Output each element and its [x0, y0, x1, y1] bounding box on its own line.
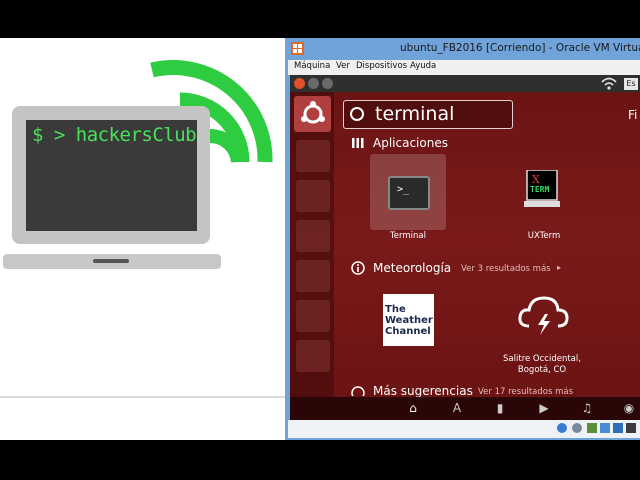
suggestions-more-results-link[interactable]: Ver 17 resultados más — [478, 387, 573, 397]
launcher-document-icon[interactable] — [296, 180, 330, 212]
terminal-prompt-text: $ > hackersClub — [32, 124, 197, 146]
shared-folders-status-icon[interactable] — [600, 423, 610, 433]
category-title-suggestions: Más sugerencias — [373, 384, 473, 397]
optical-drive-status-icon[interactable] — [572, 423, 582, 433]
window-title: ubuntu_FB2016 [Corriendo] - Oracle VM Vi… — [400, 42, 640, 54]
menu-ayuda[interactable]: Ayuda — [410, 61, 436, 71]
music-lens-icon[interactable]: ♫ — [579, 401, 595, 415]
home-lens-icon[interactable]: ⌂ — [405, 401, 421, 415]
ubuntu-logo-icon — [301, 101, 325, 124]
ubuntu-top-panel — [290, 75, 640, 92]
app-label-uxterm: UXTerm — [527, 231, 561, 241]
network-wifi-icon[interactable] — [601, 77, 617, 90]
search-query: terminal — [375, 103, 455, 125]
applications-category-icon — [352, 138, 364, 148]
terminal-icon-prompt: >_ — [397, 184, 410, 195]
files-lens-icon[interactable]: ▮ — [492, 401, 508, 415]
menu-ver[interactable]: Ver — [336, 61, 350, 71]
clear-search-icon[interactable] — [350, 107, 364, 121]
promo-divider — [0, 396, 285, 398]
weather-category-icon — [351, 261, 365, 275]
weather-location-line1: Salitre Occidental, — [503, 354, 581, 364]
weather-location-line2: Bogotá, CO — [517, 365, 567, 375]
category-title-weather: Meteorología — [373, 261, 452, 275]
weather-more-results-link[interactable]: Ver 3 resultados más — [461, 264, 551, 274]
video-lens-icon[interactable]: ▶ — [536, 401, 552, 415]
uxterm-icon-label: TERM — [530, 185, 550, 194]
network-status-icon[interactable] — [613, 423, 623, 433]
launcher-impress-icon[interactable] — [296, 340, 330, 372]
usb-status-icon[interactable] — [587, 423, 597, 433]
suggestions-category-icon — [351, 386, 365, 396]
launcher-writer-icon[interactable] — [296, 260, 330, 292]
app-label-terminal: Terminal — [390, 231, 426, 241]
host-key-icon[interactable] — [626, 423, 636, 433]
maximize-window-icon[interactable] — [322, 78, 333, 89]
menu-maquina[interactable]: Máquina — [294, 61, 330, 71]
weather-channel-logo-text: The Weather Channel — [385, 304, 433, 337]
photos-lens-icon[interactable]: ◉ — [621, 401, 637, 415]
hard-disk-status-icon[interactable] — [557, 423, 567, 433]
keyboard-layout-indicator[interactable]: Es — [624, 78, 638, 90]
laptop-notch — [93, 259, 129, 263]
filter-results-button[interactable]: Fi — [628, 108, 637, 122]
close-window-icon[interactable] — [294, 78, 305, 89]
unity-dash — [290, 92, 640, 420]
virtualbox-app-icon — [291, 42, 304, 55]
category-title-apps: Aplicaciones — [373, 136, 448, 150]
launcher-files-icon[interactable] — [296, 140, 330, 172]
applications-lens-icon[interactable]: A — [449, 401, 465, 415]
minimize-window-icon[interactable] — [308, 78, 319, 89]
launcher-browser-icon[interactable] — [296, 220, 330, 252]
chevron-right-icon: ▸ — [557, 263, 562, 272]
weather-storm-cloud-icon[interactable] — [517, 292, 569, 336]
launcher-calc-icon[interactable] — [296, 300, 330, 332]
menu-dispositivos[interactable]: Dispositivos — [356, 61, 407, 71]
